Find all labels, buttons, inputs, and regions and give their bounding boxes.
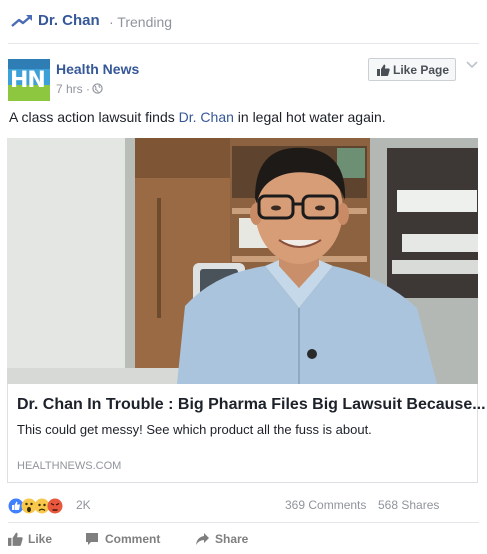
page-logo[interactable]: HN [8, 59, 50, 101]
like-button[interactable]: Like [8, 531, 68, 549]
post-image[interactable] [7, 138, 478, 384]
divider [8, 43, 479, 44]
share-button[interactable]: Share [195, 531, 265, 549]
trending-label: · Trending [109, 14, 173, 30]
wow-reaction-icon [21, 498, 37, 514]
like-label: Like [28, 532, 53, 546]
link-title[interactable]: Dr. Chan In Trouble : Big Pharma Files B… [17, 396, 486, 414]
share-icon [196, 533, 209, 545]
trending-arrow-icon [11, 15, 32, 27]
shares-count-link[interactable]: 568 Shares [378, 498, 439, 512]
divider [8, 522, 479, 523]
comments-count-link[interactable]: 369 Comments [285, 498, 366, 512]
link-description: This could get messy! See which product … [17, 422, 372, 437]
post-caption: A class action lawsuit finds Dr. Chan in… [9, 109, 386, 125]
logo-text: HN [10, 68, 46, 93]
like-reaction-icon [8, 498, 24, 514]
like-page-label: Like Page [393, 63, 450, 77]
reaction-icons[interactable] [8, 497, 74, 515]
trending-topic-link[interactable]: Dr. Chan [38, 12, 100, 29]
thumbs-up-icon [377, 64, 390, 76]
thumbs-up-icon [8, 532, 23, 546]
page-name-link[interactable]: Health News [56, 61, 139, 77]
globe-icon [92, 83, 103, 94]
caption-text: A class action lawsuit finds [9, 109, 179, 125]
sad-reaction-icon [34, 498, 50, 514]
caption-text-end: in legal hot water again. [233, 109, 386, 125]
comment-label: Comment [105, 532, 161, 546]
like-page-button[interactable]: Like Page [368, 58, 456, 81]
post-timestamp[interactable]: 7 hrs · [56, 82, 90, 96]
angry-reaction-icon [47, 498, 63, 514]
chevron-down-icon[interactable] [466, 60, 478, 70]
comment-button[interactable]: Comment [85, 531, 175, 549]
comment-icon [86, 533, 98, 545]
link-domain: HEALTHNEWS.COM [17, 460, 122, 472]
reactions-count[interactable]: 2K [76, 498, 91, 512]
caption-mention-link[interactable]: Dr. Chan [179, 109, 234, 125]
share-label: Share [215, 532, 249, 546]
